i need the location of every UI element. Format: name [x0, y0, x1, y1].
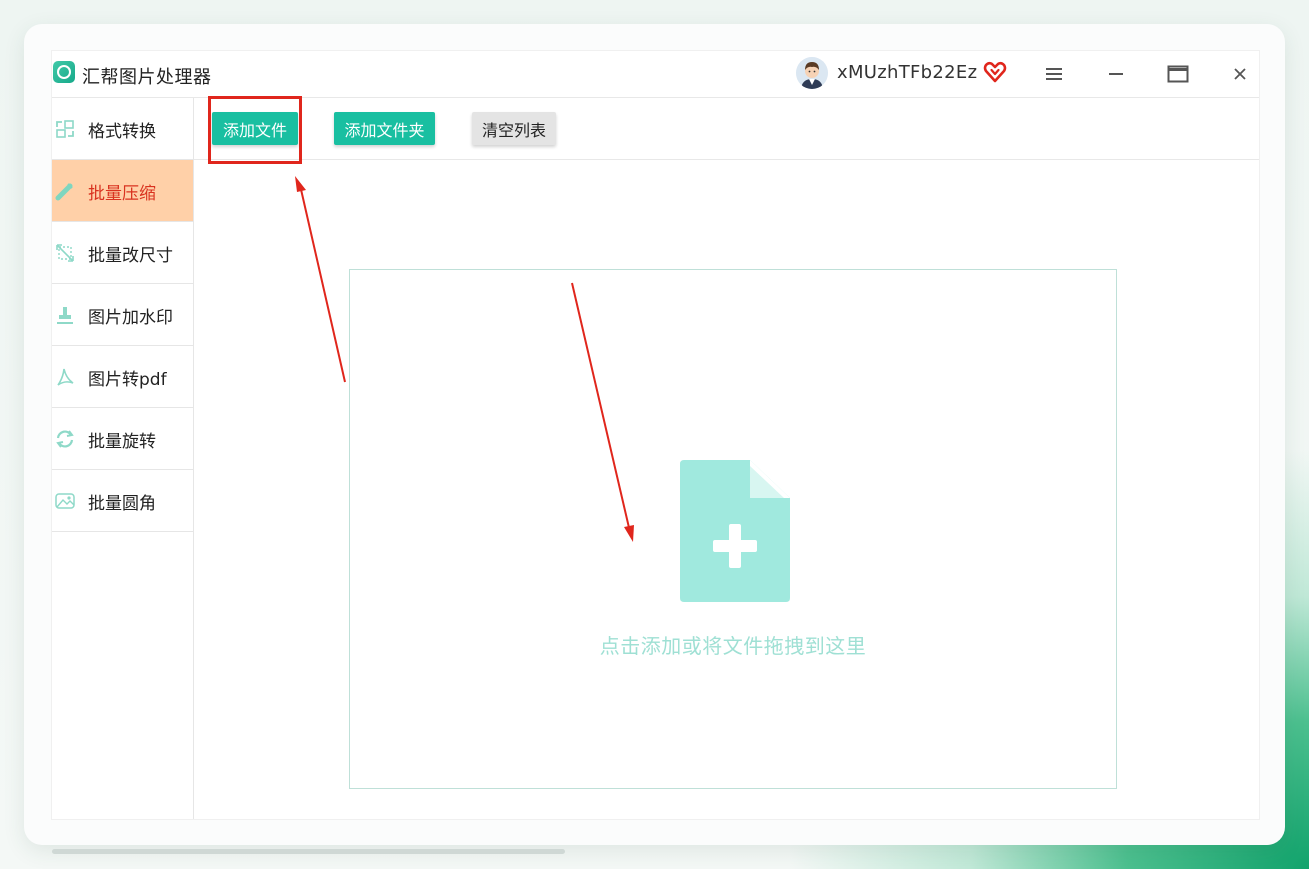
- rotate-icon: [56, 430, 74, 448]
- close-icon[interactable]: [1226, 61, 1254, 87]
- sidebar-item-resize[interactable]: 批量改尺寸: [52, 222, 193, 284]
- sidebar-item-label: 批量改尺寸: [88, 246, 173, 266]
- watermark-icon: [57, 307, 73, 324]
- sidebar-item-compress[interactable]: 批量压缩: [52, 160, 193, 222]
- sidebar-item-format-convert[interactable]: 格式转换: [52, 98, 193, 160]
- minimize-icon[interactable]: [1102, 61, 1130, 87]
- username[interactable]: xMUzhTFb22Ez: [837, 62, 977, 83]
- sidebar-item-label: 格式转换: [88, 122, 156, 142]
- rounded-corner-icon: [55, 493, 75, 509]
- sidebar: 格式转换 批量压缩 批量改尺寸 图片加水印 图片转pdf 批量旋转 批量圆角: [52, 98, 194, 819]
- maximize-icon[interactable]: [1164, 61, 1192, 87]
- menu-icon[interactable]: [1040, 61, 1068, 87]
- app-logo-icon: [53, 61, 75, 83]
- add-folder-button[interactable]: 添加文件夹: [334, 112, 435, 145]
- sidebar-item-to-pdf[interactable]: 图片转pdf: [52, 346, 193, 408]
- sidebar-item-rotate[interactable]: 批量旋转: [52, 408, 193, 470]
- clear-list-button[interactable]: 清空列表: [472, 112, 556, 145]
- user-avatar[interactable]: [796, 57, 828, 89]
- title-bar: 汇帮图片处理器 xMUzhTFb22Ez: [52, 51, 1259, 98]
- file-drop-zone[interactable]: 点击添加或将文件拖拽到这里: [349, 269, 1117, 789]
- sidebar-item-label: 批量圆角: [88, 494, 156, 514]
- sidebar-item-watermark[interactable]: 图片加水印: [52, 284, 193, 346]
- app-window: 汇帮图片处理器 xMUzhTFb22Ez 格式转换 批量压缩 批量改尺寸 图片加…: [51, 50, 1260, 820]
- sidebar-item-label: 批量压缩: [88, 184, 156, 204]
- sidebar-item-label: 图片加水印: [88, 308, 173, 328]
- app-title: 汇帮图片处理器: [82, 67, 212, 88]
- annotation-highlight-box: [208, 96, 302, 164]
- resize-icon: [56, 244, 74, 262]
- pdf-icon: [57, 368, 74, 386]
- sidebar-item-rounded-corner[interactable]: 批量圆角: [52, 470, 193, 532]
- add-file-icon: [680, 460, 790, 602]
- sidebar-item-label: 批量旋转: [88, 432, 156, 452]
- format-convert-icon: [56, 120, 74, 138]
- compress-icon: [55, 183, 73, 201]
- drop-zone-hint: 点击添加或将文件拖拽到这里: [599, 634, 867, 658]
- vip-heart-icon[interactable]: [983, 60, 1007, 84]
- horizontal-scrollbar[interactable]: [52, 849, 565, 854]
- toolbar: 添加文件 添加文件夹 清空列表: [194, 98, 1259, 160]
- sidebar-item-label: 图片转pdf: [88, 370, 167, 390]
